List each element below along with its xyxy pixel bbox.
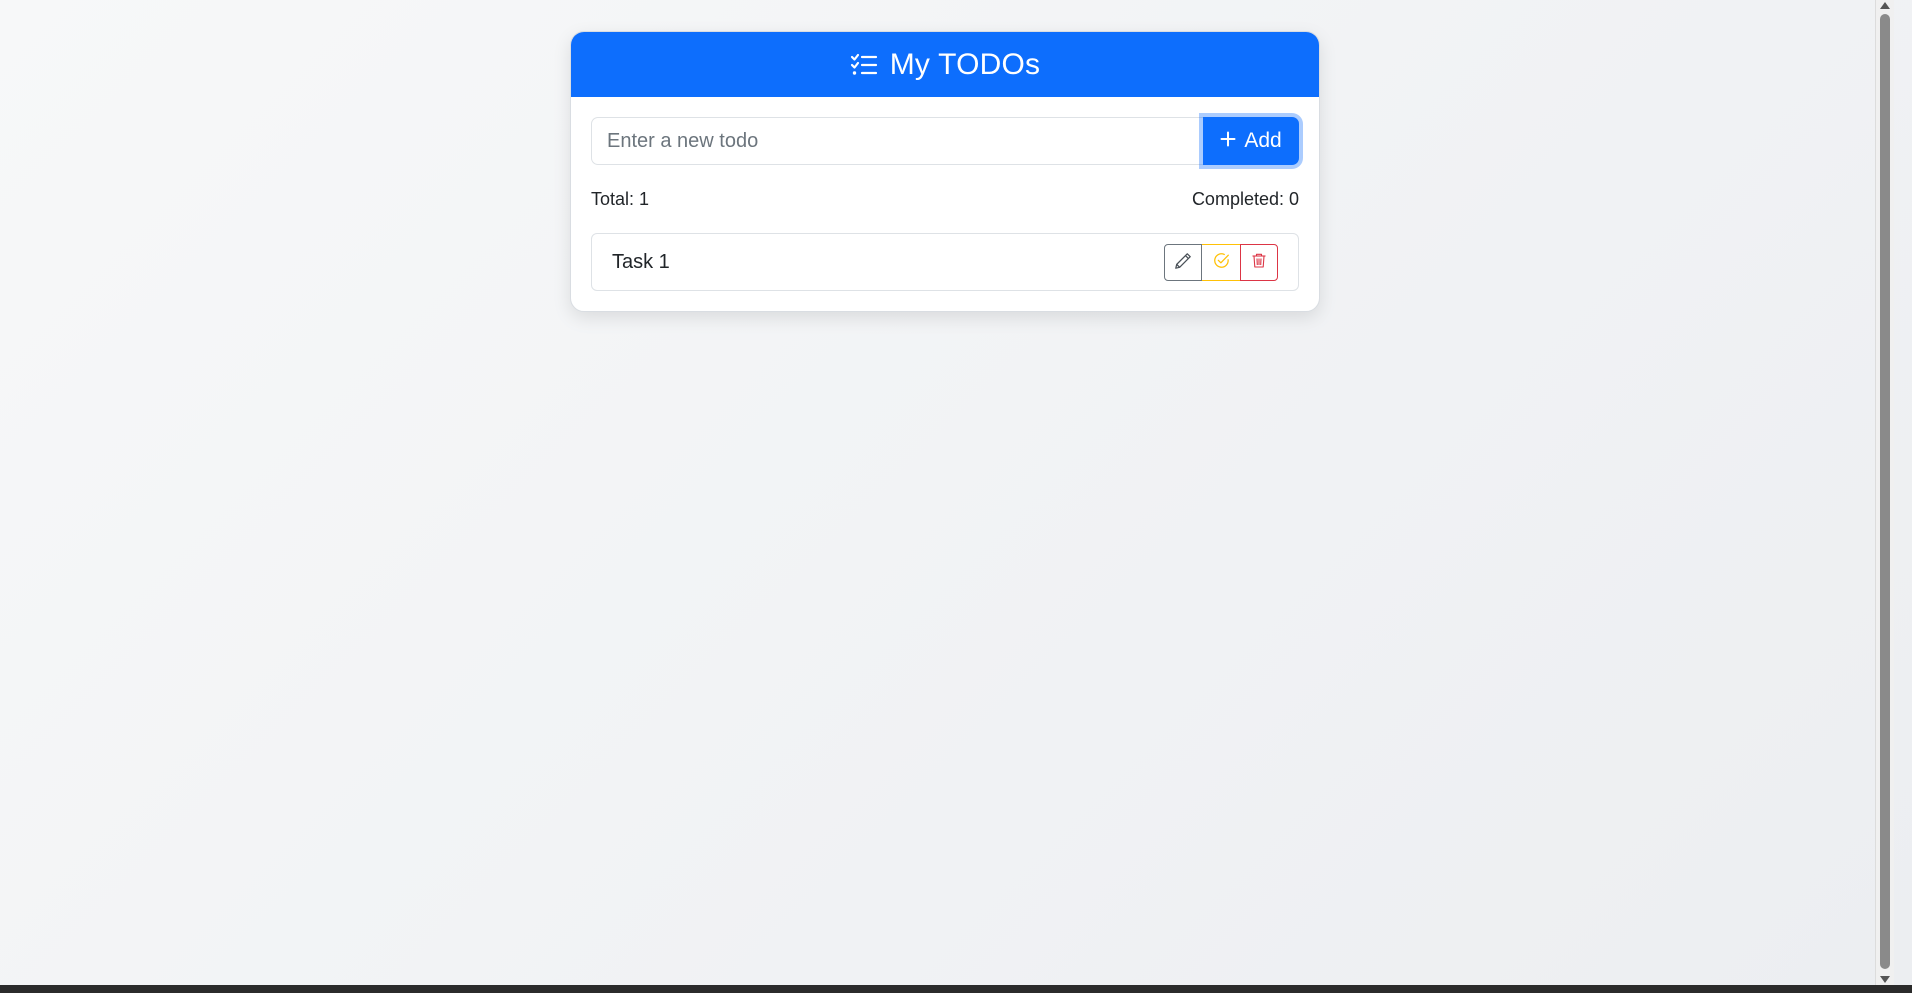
total-count: Total: 1 [591, 189, 650, 209]
add-button-label: Add [1244, 129, 1282, 152]
completed-count: Completed: 0 [1191, 189, 1299, 209]
new-todo-input[interactable] [591, 117, 1203, 165]
list-check-icon [850, 53, 878, 77]
delete-button[interactable] [1240, 243, 1278, 281]
todo-actions [1164, 243, 1278, 281]
todo-stats: Total: 1 Completed: 0 [591, 189, 1299, 210]
add-button[interactable]: Add [1203, 117, 1299, 165]
vertical-scrollbar[interactable] [1875, 0, 1894, 985]
todo-text: Task 1 [612, 250, 670, 273]
todo-list: Task 1 [591, 233, 1299, 291]
scroll-down-icon[interactable] [1880, 976, 1890, 983]
list-item: Task 1 [591, 233, 1299, 291]
add-todo-form: Add [591, 117, 1299, 165]
bottom-taskbar-strip [0, 985, 1912, 993]
card-header: My TODOs [571, 32, 1319, 97]
page-title: My TODOs [889, 47, 1041, 81]
edit-button[interactable] [1164, 243, 1202, 281]
plus-icon [1220, 129, 1236, 153]
todo-card: My TODOs Add Total: 1 Completed: 0 [570, 31, 1320, 312]
card-body: Add Total: 1 Completed: 0 Task 1 [571, 97, 1319, 311]
scrollbar-thumb[interactable] [1880, 14, 1890, 969]
check-circle-icon [1213, 252, 1230, 272]
trash-icon [1251, 252, 1267, 272]
scroll-up-icon[interactable] [1880, 2, 1890, 9]
page-viewport: My TODOs Add Total: 1 Completed: 0 [0, 0, 1894, 985]
pencil-icon [1174, 252, 1192, 273]
complete-button[interactable] [1202, 243, 1240, 281]
